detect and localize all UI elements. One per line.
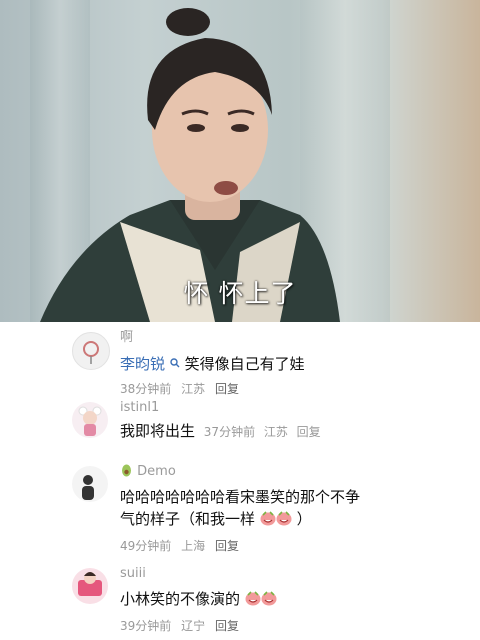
- comment-location: 辽宁: [181, 619, 206, 633]
- reply-button[interactable]: 回复: [215, 539, 239, 553]
- avocado-badge-icon: [120, 464, 133, 482]
- parent-username[interactable]: 啊: [120, 330, 466, 346]
- avatar[interactable]: [72, 568, 108, 604]
- comment-location: 江苏: [181, 382, 206, 396]
- laughing-emoji-icon: [261, 590, 277, 612]
- laughing-emoji-icon: [276, 510, 292, 532]
- comment-item[interactable]: Demo 哈哈哈哈哈哈哈看宋墨笑的那个不争 气的样子（和我一样 ） 49分钟前 …: [0, 462, 480, 558]
- comment-location: 上海: [181, 539, 206, 553]
- username[interactable]: istinl1: [120, 400, 466, 416]
- avatar[interactable]: [72, 466, 108, 502]
- comment-item[interactable]: istinl1 我即将出生 37分钟前 江苏 回复: [0, 398, 480, 454]
- laughing-emoji-icon: [245, 590, 261, 612]
- comment-text-close: ）: [296, 510, 312, 528]
- username[interactable]: Demo: [137, 464, 176, 479]
- comment-text-line2: 气的样子（和我一样: [120, 510, 256, 528]
- comment-time: 39分钟前: [120, 619, 172, 633]
- comment-text: 笑得像自己有了娃: [184, 355, 305, 373]
- video-player[interactable]: 怀 怀上了: [0, 0, 480, 322]
- comment-location: 江苏: [263, 425, 288, 439]
- video-subtitle: 怀 怀上了: [183, 279, 297, 308]
- reply-button[interactable]: 回复: [215, 382, 239, 396]
- mention-username[interactable]: 李昀锐: [120, 355, 165, 373]
- avatar[interactable]: [72, 402, 108, 438]
- avatar[interactable]: [72, 332, 110, 370]
- comment-item[interactable]: 啊 李昀锐 笑得像自己有了娃 38分钟前 江苏 回复: [0, 328, 480, 404]
- comment-list: 啊 李昀锐 笑得像自己有了娃 38分钟前 江苏 回复 istinl1 我即将出生…: [0, 322, 480, 640]
- comment-time: 38分钟前: [120, 382, 172, 396]
- comment-item[interactable]: suiii 小林笑的不像演的 39分钟前 辽宁 回复: [0, 564, 480, 636]
- laughing-emoji-icon: [260, 510, 276, 532]
- reply-button[interactable]: 回复: [215, 619, 239, 633]
- comment-time: 49分钟前: [120, 539, 172, 553]
- comment-text: 哈哈哈哈哈哈哈看宋墨笑的那个不争: [120, 488, 361, 506]
- reply-button[interactable]: 回复: [297, 425, 321, 439]
- search-icon[interactable]: [170, 352, 180, 374]
- comment-text: 我即将出生: [120, 422, 196, 440]
- comment-text: 小林笑的不像演的: [120, 590, 241, 608]
- comment-time: 37分钟前: [203, 425, 256, 439]
- username[interactable]: suiii: [120, 566, 466, 582]
